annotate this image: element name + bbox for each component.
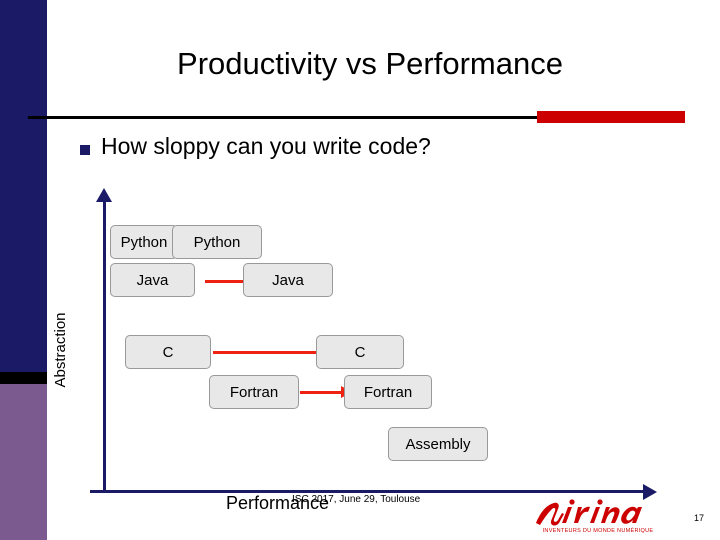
y-axis-arrowhead-icon bbox=[96, 188, 112, 202]
box-assembly[interactable]: Assembly bbox=[388, 427, 488, 461]
inria-logo-tagline: INVENTEURS DU MONDE NUMÉRIQUE bbox=[542, 528, 654, 534]
bullet-item-label: How sloppy can you write code? bbox=[101, 133, 431, 159]
box-c-left[interactable]: C bbox=[125, 335, 211, 369]
slide: Productivity vs Performance How sloppy c… bbox=[0, 0, 720, 540]
page-number: 17 bbox=[694, 513, 705, 523]
top-white-strip bbox=[47, 0, 720, 30]
box-python-left[interactable]: Python bbox=[110, 225, 178, 259]
box-java-right[interactable]: Java bbox=[243, 263, 333, 297]
y-axis-line bbox=[103, 200, 106, 493]
page-title: Productivity vs Performance bbox=[177, 46, 563, 81]
left-dark-band bbox=[0, 0, 47, 382]
square-bullet-icon bbox=[80, 144, 90, 155]
left-lower-purple-band bbox=[0, 382, 47, 540]
box-c-right[interactable]: C bbox=[316, 335, 404, 369]
footer-text: ISC 2017, June 29, Toulouse bbox=[292, 494, 421, 505]
inria-logo-icon bbox=[536, 499, 642, 526]
arrow-fortran bbox=[300, 386, 352, 398]
title-underline-accent bbox=[537, 111, 685, 123]
arrow-c bbox=[213, 346, 333, 358]
box-fortran-right[interactable]: Fortran bbox=[344, 375, 432, 409]
box-java-left[interactable]: Java bbox=[110, 263, 195, 297]
left-black-divider bbox=[0, 372, 47, 384]
y-axis-label: Abstraction bbox=[52, 312, 69, 388]
bullet-item: How sloppy can you write code? bbox=[80, 133, 431, 160]
box-python-right[interactable]: Python bbox=[172, 225, 262, 259]
box-fortran-left[interactable]: Fortran bbox=[209, 375, 299, 409]
